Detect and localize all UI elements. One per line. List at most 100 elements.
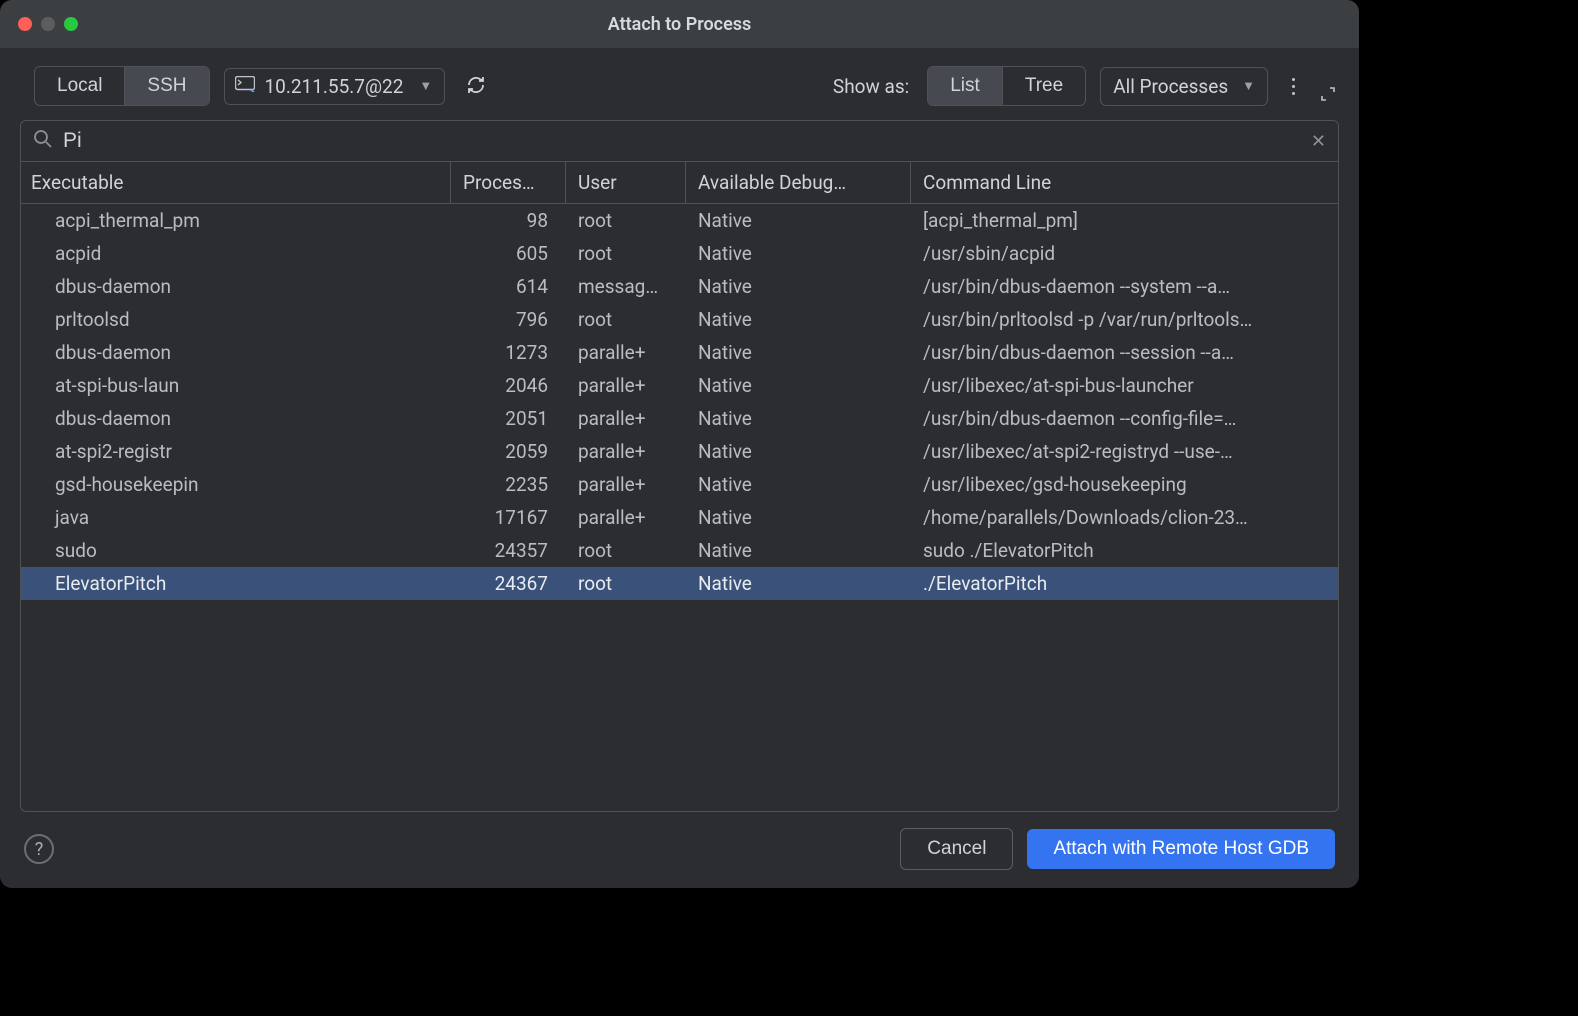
cell-user: root: [566, 534, 686, 567]
cell-executable: ElevatorPitch: [21, 567, 451, 600]
chevron-down-icon: ▼: [419, 78, 432, 94]
cell-executable: acpi_thermal_pm: [21, 204, 451, 237]
cell-executable: gsd-housekeepin: [21, 468, 451, 501]
cell-user: root: [566, 567, 686, 600]
cell-debug: Native: [686, 237, 911, 270]
cell-executable: at-spi2-registr: [21, 435, 451, 468]
cell-debug: Native: [686, 402, 911, 435]
process-filter-dropdown[interactable]: All Processes ▼: [1100, 67, 1268, 106]
maximize-window-button[interactable]: [64, 17, 78, 31]
col-debug[interactable]: Available Debug…: [686, 162, 911, 203]
table-row[interactable]: java17167paralle+Native/home/parallels/D…: [21, 501, 1338, 534]
cell-debug: Native: [686, 567, 911, 600]
process-table: Executable Proces… User Available Debug……: [20, 162, 1339, 812]
cell-user: paralle+: [566, 435, 686, 468]
cell-pid: 17167: [451, 501, 566, 534]
table-row[interactable]: gsd-housekeepin2235paralle+Native/usr/li…: [21, 468, 1338, 501]
refresh-icon: [465, 74, 487, 96]
cell-pid: 2059: [451, 435, 566, 468]
cell-debug: Native: [686, 303, 911, 336]
col-cmd[interactable]: Command Line: [911, 162, 1338, 203]
cell-pid: 98: [451, 204, 566, 237]
cell-executable: dbus-daemon: [21, 270, 451, 303]
cell-user: root: [566, 303, 686, 336]
cell-user: root: [566, 204, 686, 237]
table-row[interactable]: dbus-daemon1273paralle+Native/usr/bin/db…: [21, 336, 1338, 369]
tree-view-button[interactable]: Tree: [1002, 67, 1085, 105]
table-body: acpi_thermal_pm98rootNative[acpi_thermal…: [21, 204, 1338, 811]
cell-cmd: /usr/sbin/acpid: [911, 237, 1338, 270]
table-row[interactable]: prltoolsd796rootNative/usr/bin/prltoolsd…: [21, 303, 1338, 336]
cell-executable: dbus-daemon: [21, 336, 451, 369]
cell-executable: sudo: [21, 534, 451, 567]
table-row[interactable]: dbus-daemon614messag…Native/usr/bin/dbus…: [21, 270, 1338, 303]
window-controls: [18, 17, 78, 31]
chevron-down-icon: ▼: [1242, 78, 1255, 94]
cell-pid: 796: [451, 303, 566, 336]
table-row[interactable]: ElevatorPitch24367rootNative./ElevatorPi…: [21, 567, 1338, 600]
cell-debug: Native: [686, 270, 911, 303]
cell-cmd: /usr/bin/dbus-daemon --session --a…: [911, 336, 1338, 369]
search-input[interactable]: [63, 129, 1301, 153]
cell-user: paralle+: [566, 336, 686, 369]
cell-user: root: [566, 237, 686, 270]
refresh-button[interactable]: [459, 68, 493, 105]
cell-executable: dbus-daemon: [21, 402, 451, 435]
more-options-button[interactable]: [1288, 72, 1299, 101]
view-toggle: List Tree: [927, 66, 1086, 106]
cell-debug: Native: [686, 435, 911, 468]
search-row: ✕: [20, 120, 1339, 162]
attach-button[interactable]: Attach with Remote Host GDB: [1027, 829, 1335, 869]
cell-cmd: ./ElevatorPitch: [911, 567, 1338, 600]
minimize-window-button[interactable]: [41, 17, 55, 31]
cell-executable: prltoolsd: [21, 303, 451, 336]
table-header: Executable Proces… User Available Debug……: [21, 162, 1338, 204]
list-view-button[interactable]: List: [928, 67, 1002, 105]
table-row[interactable]: at-spi-bus-laun2046paralle+Native/usr/li…: [21, 369, 1338, 402]
cell-cmd: /usr/bin/prltoolsd -p /var/run/prltools…: [911, 303, 1338, 336]
cell-debug: Native: [686, 501, 911, 534]
cell-pid: 2046: [451, 369, 566, 402]
cell-pid: 614: [451, 270, 566, 303]
connection-toggle: Local SSH: [34, 66, 210, 106]
table-row[interactable]: dbus-daemon2051paralle+Native/usr/bin/db…: [21, 402, 1338, 435]
col-executable[interactable]: Executable: [21, 162, 451, 203]
cell-cmd: /usr/libexec/gsd-housekeeping: [911, 468, 1338, 501]
cell-user: paralle+: [566, 501, 686, 534]
toolbar: Local SSH 10.211.55.7@22 ▼ Show as: List…: [0, 48, 1359, 120]
cell-debug: Native: [686, 534, 911, 567]
attach-to-process-dialog: Attach to Process Local SSH 10.211.55.7@…: [0, 0, 1359, 888]
col-process[interactable]: Proces…: [451, 162, 566, 203]
cancel-button[interactable]: Cancel: [900, 828, 1013, 870]
cell-cmd: /home/parallels/Downloads/clion-23…: [911, 501, 1338, 534]
cell-cmd: [acpi_thermal_pm]: [911, 204, 1338, 237]
table-row[interactable]: sudo24357rootNativesudo ./ElevatorPitch: [21, 534, 1338, 567]
ssh-button[interactable]: SSH: [124, 67, 208, 105]
clear-search-button[interactable]: ✕: [1311, 131, 1326, 152]
close-window-button[interactable]: [18, 17, 32, 31]
cell-user: messag…: [566, 270, 686, 303]
cell-executable: at-spi-bus-laun: [21, 369, 451, 402]
cell-executable: acpid: [21, 237, 451, 270]
cell-cmd: /usr/libexec/at-spi2-registryd --use-…: [911, 435, 1338, 468]
table-row[interactable]: acpi_thermal_pm98rootNative[acpi_thermal…: [21, 204, 1338, 237]
cell-executable: java: [21, 501, 451, 534]
host-text: 10.211.55.7@22: [265, 75, 404, 98]
cell-pid: 24357: [451, 534, 566, 567]
cell-pid: 2235: [451, 468, 566, 501]
window-title: Attach to Process: [0, 14, 1359, 35]
col-user[interactable]: User: [566, 162, 686, 203]
cell-pid: 2051: [451, 402, 566, 435]
local-button[interactable]: Local: [35, 67, 124, 105]
filter-label: All Processes: [1113, 75, 1228, 98]
host-dropdown[interactable]: 10.211.55.7@22 ▼: [224, 68, 446, 105]
cell-debug: Native: [686, 204, 911, 237]
cell-user: paralle+: [566, 402, 686, 435]
table-row[interactable]: at-spi2-registr2059paralle+Native/usr/li…: [21, 435, 1338, 468]
cell-cmd: /usr/bin/dbus-daemon --config-file=…: [911, 402, 1338, 435]
expand-icon[interactable]: [1321, 86, 1335, 105]
cell-user: paralle+: [566, 468, 686, 501]
help-button[interactable]: ?: [24, 834, 54, 864]
cell-pid: 24367: [451, 567, 566, 600]
table-row[interactable]: acpid605rootNative/usr/sbin/acpid: [21, 237, 1338, 270]
